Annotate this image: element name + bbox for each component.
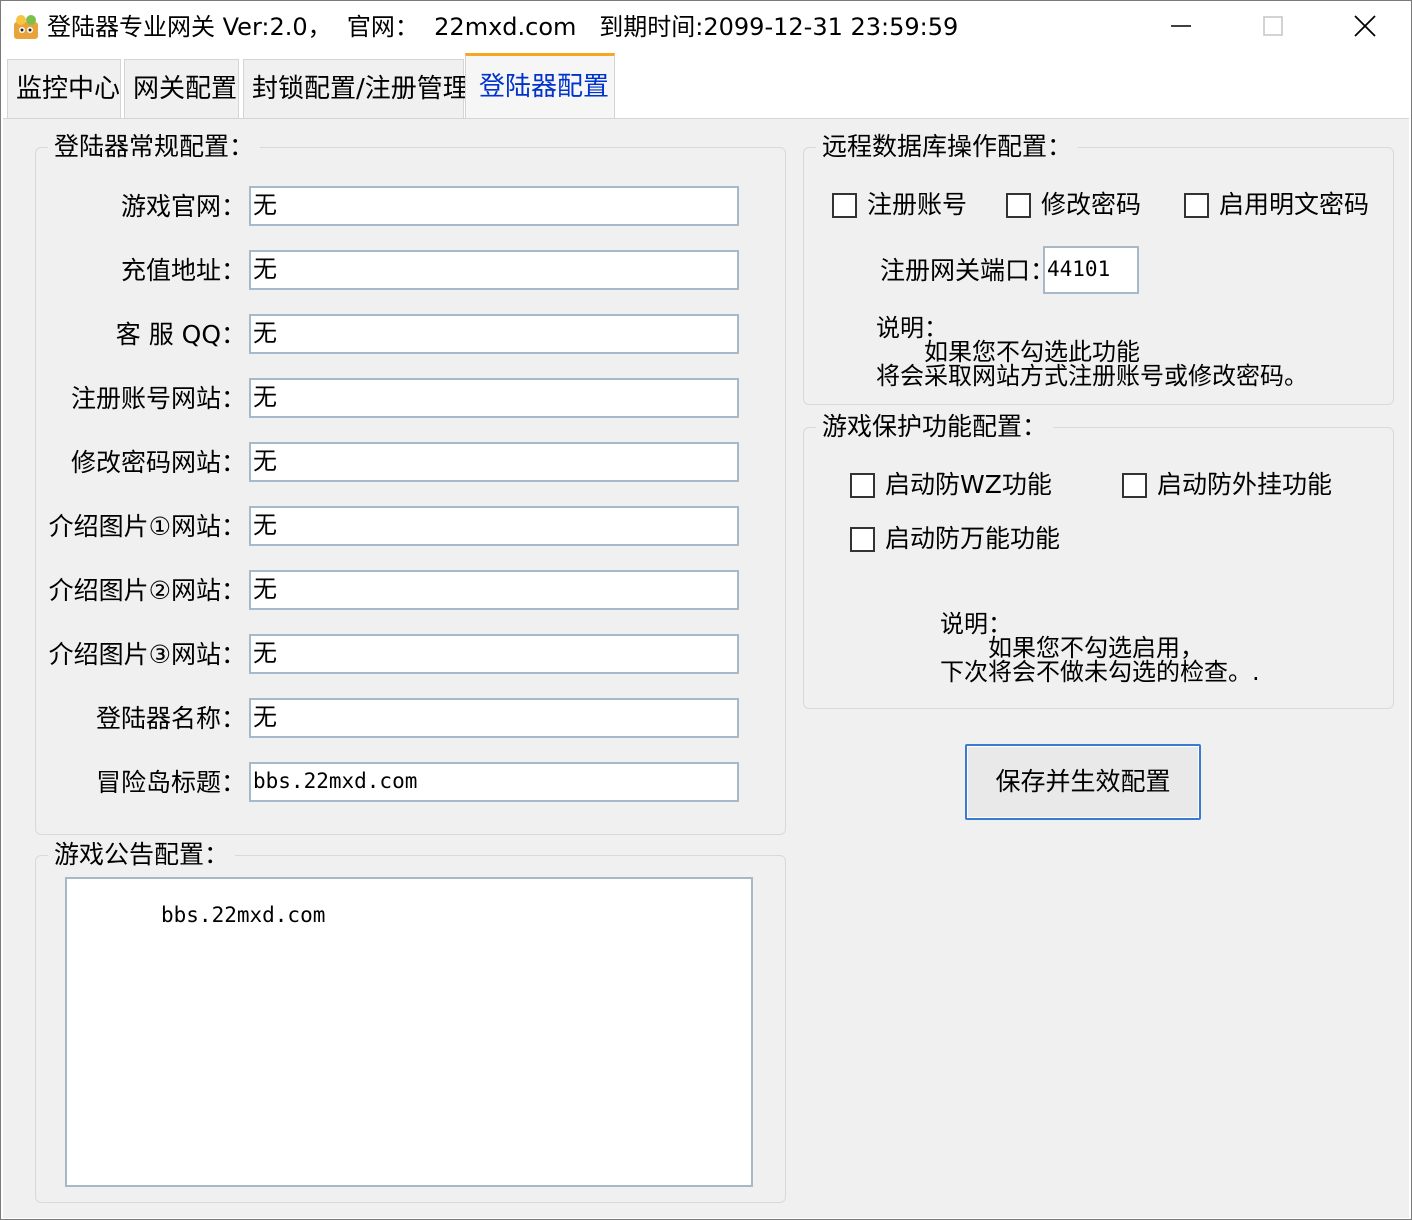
general-config-group: 登陆器常规配置： 游戏官网： 无 充值地址： 无 客 服 QQ： 无 注册账号网…: [35, 130, 786, 835]
app-logo-icon: [14, 15, 38, 39]
remote-db-group: 远程数据库操作配置： 注册账号 修改密码 启用明文密码 注册网关端口： 4410…: [803, 130, 1394, 405]
close-icon: [1354, 15, 1376, 37]
field-label-support-qq: 客 服 QQ：: [115, 320, 246, 349]
register-account-checkbox[interactable]: 注册账号: [832, 188, 967, 222]
field-label-intro-image-1: 介绍图片①网站：: [48, 512, 246, 541]
checkbox-box[interactable]: [1122, 472, 1147, 498]
anti-universal-checkbox[interactable]: 启动防万能功能: [850, 522, 1060, 556]
minimize-button[interactable]: [1135, 1, 1227, 51]
checkbox-label: 启动防万能功能: [885, 524, 1061, 553]
field-label-register-site: 注册账号网站：: [70, 384, 246, 413]
protection-title: 游戏保护功能配置：: [816, 410, 1054, 444]
checkbox-box[interactable]: [850, 472, 875, 498]
recharge-url-input[interactable]: 无: [249, 250, 739, 290]
field-label-recharge-url: 充值地址：: [120, 256, 246, 285]
notice-textarea[interactable]: bbs.22mxd.com: [65, 877, 753, 1187]
remote-db-note-title: 说明：: [876, 314, 948, 342]
minimize-icon: [1171, 25, 1191, 27]
tab-strip: 监控中心 网关配置 封锁配置/注册管理 登陆器配置: [1, 53, 1411, 119]
remote-db-title: 远程数据库操作配置：: [816, 130, 1079, 164]
checkbox-label: 修改密码: [1041, 190, 1142, 219]
remote-db-note-line1: 如果您不勾选此功能: [924, 338, 1140, 366]
anti-cheat-checkbox[interactable]: 启动防外挂功能: [1122, 468, 1332, 502]
field-label-intro-image-2: 介绍图片②网站：: [48, 576, 246, 605]
field-label-maple-title: 冒险岛标题：: [95, 768, 246, 797]
notice-config-title: 游戏公告配置：: [48, 838, 236, 872]
protection-note-line1: 如果您不勾选启用，: [988, 634, 1204, 662]
checkbox-box[interactable]: [1006, 192, 1031, 218]
anti-wz-checkbox[interactable]: 启动防WZ功能: [850, 468, 1052, 502]
checkbox-box[interactable]: [850, 526, 875, 552]
tab-content-panel: 登陆器常规配置： 游戏官网： 无 充值地址： 无 客 服 QQ： 无 注册账号网…: [3, 118, 1409, 1218]
general-config-title: 登陆器常规配置：: [48, 130, 261, 164]
launcher-name-input[interactable]: 无: [249, 698, 739, 738]
window-title: 登陆器专业网关 Ver:2.0， 官网： 22mxd.com 到期时间:2099…: [47, 13, 959, 41]
checkbox-box[interactable]: [832, 192, 857, 218]
maximize-icon: [1263, 16, 1283, 36]
checkbox-label: 启用明文密码: [1219, 190, 1370, 219]
tab-launcher-config[interactable]: 登陆器配置: [465, 53, 615, 119]
save-apply-button[interactable]: 保存并生效配置: [965, 744, 1201, 820]
checkbox-label: 注册账号: [867, 190, 968, 219]
remote-db-note-line2: 将会采取网站方式注册账号或修改密码。: [876, 362, 1308, 390]
maple-title-input[interactable]: bbs.22mxd.com: [249, 762, 739, 802]
tab-gateway-config[interactable]: 网关配置: [124, 59, 239, 119]
intro-image-3-input[interactable]: 无: [249, 634, 739, 674]
app-window: 登陆器专业网关 Ver:2.0， 官网： 22mxd.com 到期时间:2099…: [0, 0, 1412, 1220]
tab-block-config[interactable]: 封锁配置/注册管理: [243, 59, 469, 119]
plaintext-password-checkbox[interactable]: 启用明文密码: [1184, 188, 1369, 222]
field-label-official-site: 游戏官网：: [120, 192, 246, 221]
field-label-launcher-name: 登陆器名称：: [95, 704, 246, 733]
register-port-input[interactable]: 44101: [1043, 246, 1139, 294]
checkbox-label: 启动防WZ功能: [885, 470, 1052, 499]
checkbox-label: 启动防外挂功能: [1157, 470, 1333, 499]
tab-monitor-center[interactable]: 监控中心: [7, 59, 121, 119]
field-label-intro-image-3: 介绍图片③网站：: [48, 640, 246, 669]
intro-image-2-input[interactable]: 无: [249, 570, 739, 610]
change-password-checkbox[interactable]: 修改密码: [1006, 188, 1141, 222]
support-qq-input[interactable]: 无: [249, 314, 739, 354]
maximize-button[interactable]: [1227, 1, 1319, 51]
intro-image-1-input[interactable]: 无: [249, 506, 739, 546]
protection-note-title: 说明：: [940, 610, 1012, 638]
title-bar[interactable]: 登陆器专业网关 Ver:2.0， 官网： 22mxd.com 到期时间:2099…: [1, 1, 1411, 53]
checkbox-box[interactable]: [1184, 192, 1209, 218]
protection-note-line2: 下次将会不做未勾选的检查。.: [940, 658, 1260, 686]
register-site-input[interactable]: 无: [249, 378, 739, 418]
register-port-label: 注册网关端口：: [880, 256, 1056, 285]
field-label-password-site: 修改密码网站：: [70, 448, 246, 477]
password-site-input[interactable]: 无: [249, 442, 739, 482]
official-site-input[interactable]: 无: [249, 186, 739, 226]
protection-group: 游戏保护功能配置： 启动防WZ功能 启动防外挂功能 启动防万能功能 说明： 如果…: [803, 410, 1394, 709]
close-button[interactable]: [1319, 1, 1411, 51]
